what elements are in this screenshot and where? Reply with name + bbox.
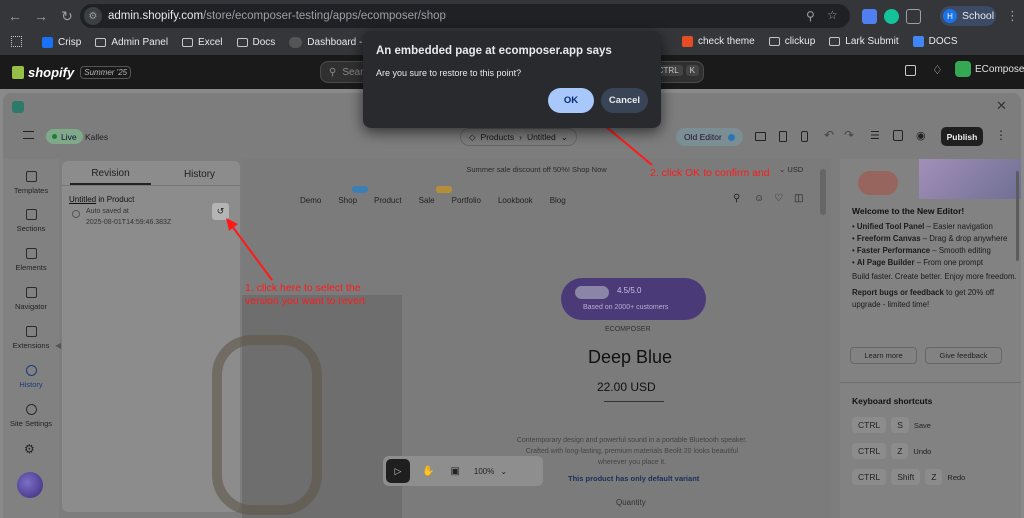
cancel-button[interactable]: Cancel [601, 88, 648, 113]
confirm-dialog: An embedded page at ecomposer.app says A… [363, 31, 661, 128]
ok-button[interactable]: OK [548, 88, 594, 113]
dialog-message: Are you sure to restore to this point? [376, 68, 522, 78]
arrow-step1-head [226, 218, 238, 231]
dialog-title: An embedded page at ecomposer.app says [376, 45, 612, 57]
annotation-step2: 2. click OK to confirm and [650, 167, 770, 179]
annotation-step1: 1. click here to select the version you … [245, 282, 366, 307]
arrow-step1 [231, 225, 273, 281]
